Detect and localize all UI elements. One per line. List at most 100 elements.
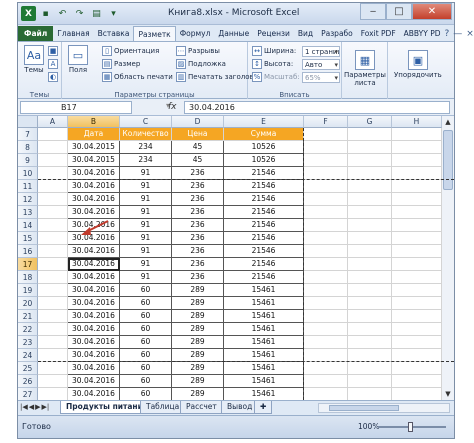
row-header[interactable]: 9 [18,154,38,167]
table-cell[interactable]: 60 [120,310,172,323]
tab-data[interactable]: Данные [214,26,253,41]
table-cell[interactable] [392,258,442,271]
table-cell[interactable]: 10526 [224,141,304,154]
tab-page-layout[interactable]: Разметк [133,26,176,41]
table-cell[interactable] [348,323,392,336]
table-cell[interactable]: 234 [120,141,172,154]
scale-input[interactable]: 65% [302,72,340,83]
ribbon-minimize-icon[interactable]: — [453,29,462,39]
table-cell[interactable] [304,284,348,297]
undo-icon[interactable]: ↶ [55,6,70,21]
tab-developer[interactable]: Разрабо [317,26,357,41]
orientation-button[interactable]: ▯ Ориентация [102,46,159,56]
print-area-button[interactable]: ▦ Область печати [102,72,173,82]
table-cell[interactable]: 234 [120,154,172,167]
table-cell[interactable] [38,219,68,232]
table-cell[interactable]: 30.04.2015 [68,141,120,154]
table-cell[interactable]: 91 [120,180,172,193]
breaks-button[interactable]: ⋯ Разрывы [176,46,220,56]
table-cell[interactable] [392,336,442,349]
row-header[interactable]: 25 [18,362,38,375]
column-header[interactable]: C [120,116,172,128]
table-cell[interactable] [38,336,68,349]
scroll-down-icon[interactable]: ▼ [442,388,454,400]
table-cell[interactable] [392,206,442,219]
function-icon[interactable]: fx [168,102,177,112]
table-cell[interactable]: 236 [172,180,224,193]
table-cell[interactable] [348,362,392,375]
table-cell[interactable]: 236 [172,193,224,206]
save-icon[interactable]: ▪ [38,6,53,21]
table-cell[interactable] [304,336,348,349]
close-button[interactable]: ✕ [412,3,452,20]
table-cell[interactable] [38,245,68,258]
column-header[interactable]: A [38,116,68,128]
table-cell[interactable] [304,271,348,284]
table-cell[interactable] [392,219,442,232]
vertical-scrollbar[interactable]: ▲ ▼ [441,116,454,400]
table-cell[interactable] [392,362,442,375]
table-cell[interactable] [392,128,442,141]
table-cell[interactable] [348,310,392,323]
row-header[interactable]: 7 [18,128,38,141]
row-header[interactable]: 17 [18,258,38,271]
table-cell[interactable]: 15461 [224,388,304,400]
sheet-tab-output[interactable]: Вывод [221,401,259,414]
table-cell[interactable]: 60 [120,284,172,297]
table-cell[interactable]: 15461 [224,362,304,375]
table-cell[interactable] [38,193,68,206]
themes-button[interactable]: Aa Темы [24,45,44,74]
table-cell[interactable]: 30.04.2016 [68,258,120,271]
table-cell[interactable]: 30.04.2016 [68,180,120,193]
spreadsheet-grid[interactable]: ▲ ▼ A B C D E F G H 7 Дата Количество Цена Сумма 8 30.… [18,116,454,400]
table-cell[interactable] [348,258,392,271]
colors-icon[interactable]: ■ [48,46,58,56]
prev-sheet-icon[interactable]: ◀ [29,403,34,411]
horizontal-scroll-thumb[interactable] [329,405,399,411]
table-cell[interactable]: 60 [120,388,172,400]
sheet-tab-table[interactable]: Таблица [140,401,186,414]
table-cell[interactable] [304,193,348,206]
table-cell[interactable]: 10526 [224,154,304,167]
table-cell[interactable] [38,258,68,271]
maximize-button[interactable]: □ [386,3,412,20]
table-cell[interactable] [38,271,68,284]
table-cell[interactable]: 289 [172,323,224,336]
table-cell[interactable]: 15461 [224,284,304,297]
tab-home[interactable]: Главная [53,26,93,41]
table-cell[interactable]: 289 [172,362,224,375]
print-preview-icon[interactable]: ▤ [89,6,104,21]
workbook-close-icon[interactable]: × [466,29,474,39]
table-cell[interactable] [348,219,392,232]
table-cell[interactable]: 30.04.2015 [68,154,120,167]
table-cell[interactable]: 236 [172,232,224,245]
table-cell[interactable] [304,128,348,141]
table-cell[interactable]: 289 [172,388,224,400]
width-select[interactable]: 1 страниц [302,46,340,57]
column-header[interactable]: G [348,116,392,128]
table-cell[interactable] [304,258,348,271]
table-cell[interactable] [392,154,442,167]
table-cell[interactable] [38,154,68,167]
table-cell[interactable]: 21546 [224,271,304,284]
table-cell[interactable] [304,323,348,336]
first-sheet-icon[interactable]: |◀ [20,403,28,411]
table-cell[interactable] [304,297,348,310]
table-cell[interactable] [38,362,68,375]
table-cell[interactable] [38,323,68,336]
table-cell[interactable] [304,141,348,154]
table-cell[interactable] [392,375,442,388]
table-cell[interactable] [304,310,348,323]
table-cell[interactable]: 30.04.2016 [68,388,120,400]
table-header-cell[interactable]: Цена [172,128,224,141]
table-cell[interactable] [348,297,392,310]
help-icon[interactable]: ? [445,29,450,39]
table-cell[interactable] [304,375,348,388]
column-header[interactable]: H [392,116,442,128]
table-cell[interactable] [348,245,392,258]
table-cell[interactable] [348,232,392,245]
table-cell[interactable]: 289 [172,284,224,297]
table-cell[interactable] [38,141,68,154]
row-header[interactable]: 16 [18,245,38,258]
table-cell[interactable] [392,180,442,193]
